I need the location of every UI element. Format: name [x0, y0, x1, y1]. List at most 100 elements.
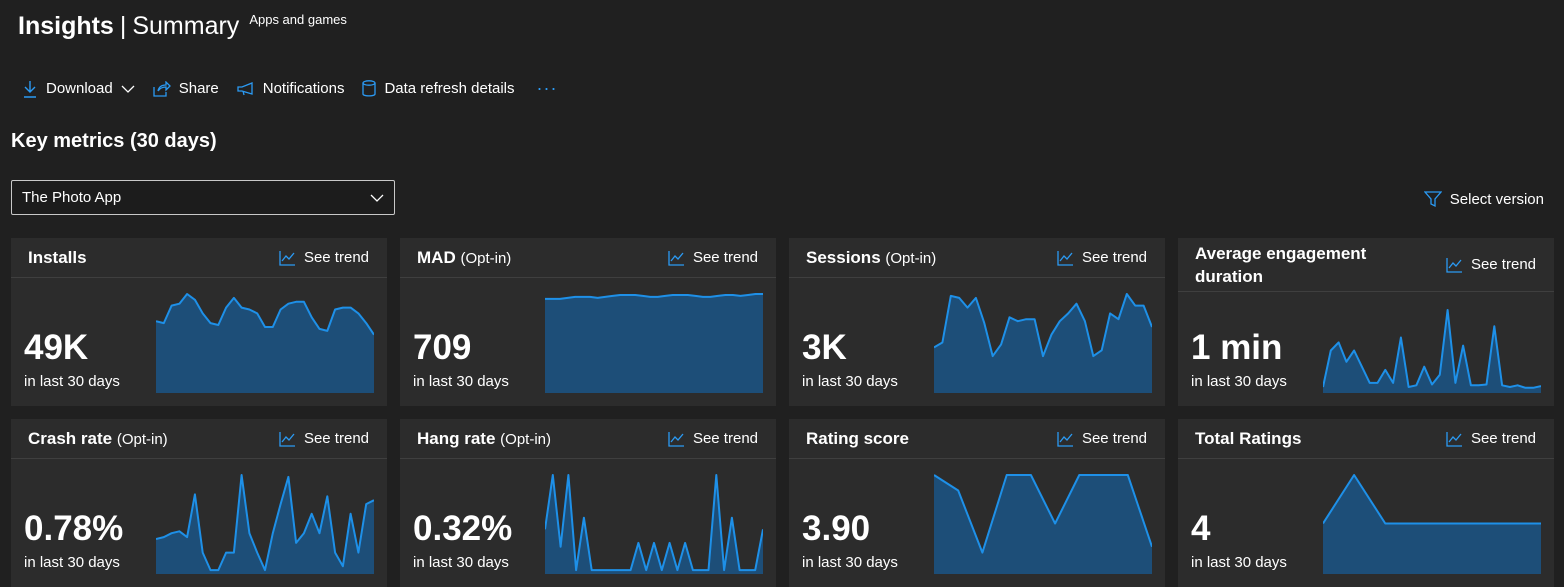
metric-caption: in last 30 days — [24, 373, 120, 390]
metric-card: Total Ratings See trend 4 in last 30 days — [1178, 419, 1554, 587]
see-trend-button[interactable]: See trend — [1446, 256, 1536, 273]
see-trend-button[interactable]: See trend — [668, 430, 758, 447]
more-options-button[interactable]: ··· — [537, 78, 558, 99]
metric-value: 3K — [802, 328, 847, 367]
sparkline-area — [545, 294, 763, 393]
metric-caption: in last 30 days — [1191, 554, 1287, 571]
data-refresh-label: Data refresh details — [384, 80, 515, 97]
metric-value: 49K — [24, 328, 89, 367]
metric-caption: in last 30 days — [413, 554, 509, 571]
see-trend-label: See trend — [303, 249, 369, 266]
metric-card-title: Rating score — [806, 427, 909, 450]
trend-chart-icon — [1446, 431, 1462, 447]
metric-sparkline — [545, 293, 763, 393]
trend-chart-icon — [279, 250, 295, 266]
page-header: Insights | Summary Apps and games — [18, 12, 347, 41]
metric-card: Installs See trend 49K in last 30 days — [11, 238, 387, 406]
metric-title-text: Total Ratings — [1195, 429, 1302, 448]
metric-value: 4 — [1191, 509, 1211, 548]
metric-card-header: Total Ratings See trend — [1178, 419, 1554, 459]
metric-sparkline — [1323, 474, 1541, 574]
app-selector-value: The Photo App — [22, 189, 122, 206]
metric-optin-label: (Opt-in) — [500, 430, 551, 448]
metric-sparkline — [1323, 309, 1541, 393]
metric-card: Average engagement duration See trend 1 mi… — [1178, 238, 1554, 406]
see-trend-button[interactable]: See trend — [1057, 249, 1147, 266]
metric-title-text: Sessions — [806, 247, 881, 267]
metric-caption: in last 30 days — [1191, 373, 1287, 390]
see-trend-label: See trend — [692, 430, 758, 447]
notifications-label: Notifications — [262, 80, 345, 97]
metric-sparkline — [156, 474, 374, 574]
metric-card: Crash rate (Opt-in) See trend 0.78% in last… — [11, 419, 387, 587]
metric-card: MAD (Opt-in) See trend 709 in last 30 days — [400, 238, 776, 406]
metric-card-header: Installs See trend — [11, 238, 387, 278]
sparkline-area — [934, 294, 1152, 393]
trend-chart-icon — [1057, 431, 1073, 447]
metric-optin-label: (Opt-in) — [460, 249, 512, 267]
metric-card: Rating score See trend 3.90 in last 30 days — [789, 419, 1165, 587]
metric-title-text: Rating score — [806, 429, 909, 448]
metric-card-title: Installs — [28, 246, 87, 269]
download-button[interactable]: Download — [22, 80, 135, 98]
metric-title-text: Crash rate — [28, 428, 113, 448]
select-version-button[interactable]: Select version — [1423, 190, 1544, 208]
notifications-button[interactable]: Notifications — [237, 80, 345, 97]
select-version-label: Select version — [1449, 190, 1544, 208]
metric-title-text: Hang rate — [417, 428, 496, 448]
share-button[interactable]: Share — [153, 80, 219, 97]
trend-chart-icon — [1446, 257, 1462, 273]
metric-card-title: Average engagement duration — [1195, 242, 1395, 288]
metric-optin-label: (Opt-in) — [885, 249, 937, 267]
page-context: Apps and games — [249, 12, 347, 27]
toolbar: Download Share Notifications Data refres… — [22, 78, 558, 99]
metric-sparkline — [934, 293, 1152, 393]
metric-card-title: Sessions (Opt-in) — [806, 246, 936, 270]
metric-caption: in last 30 days — [413, 373, 509, 390]
app-selector-dropdown[interactable]: The Photo App — [11, 180, 395, 215]
metric-card-title: Hang rate (Opt-in) — [417, 427, 551, 451]
see-trend-label: See trend — [692, 249, 758, 266]
download-label: Download — [46, 80, 113, 97]
metric-card-title: Total Ratings — [1195, 427, 1301, 450]
share-label: Share — [178, 80, 219, 97]
see-trend-button[interactable]: See trend — [279, 249, 369, 266]
metric-card-header: Rating score See trend — [789, 419, 1165, 459]
trend-chart-icon — [279, 431, 295, 447]
metric-caption: in last 30 days — [24, 554, 120, 571]
download-icon — [24, 80, 36, 98]
see-trend-button[interactable]: See trend — [279, 430, 369, 447]
data-refresh-details-button[interactable]: Data refresh details — [362, 80, 515, 97]
metric-card: Sessions (Opt-in) See trend 3K in last 30 d… — [789, 238, 1165, 406]
chevron-down-icon — [121, 85, 135, 93]
see-trend-button[interactable]: See trend — [1446, 430, 1536, 447]
megaphone-icon — [237, 81, 253, 95]
share-icon — [153, 80, 171, 97]
metric-value: 0.32% — [413, 509, 513, 548]
database-icon — [362, 80, 377, 97]
trend-chart-icon — [668, 431, 684, 447]
chevron-down-icon — [370, 194, 384, 202]
metric-value: 0.78% — [24, 509, 124, 548]
title-separator: | — [119, 12, 127, 40]
metric-card: Hang rate (Opt-in) See trend 0.32% in last … — [400, 419, 776, 587]
page-title: Insights — [18, 12, 114, 40]
see-trend-label: See trend — [1081, 430, 1147, 447]
see-trend-button[interactable]: See trend — [668, 249, 758, 266]
metric-card-header: MAD (Opt-in) See trend — [400, 238, 776, 278]
see-trend-label: See trend — [1470, 430, 1536, 447]
metric-card-header: Crash rate (Opt-in) See trend — [11, 419, 387, 459]
metric-sparkline — [156, 293, 374, 393]
page-subtitle: Summary — [132, 12, 240, 40]
see-trend-label: See trend — [1470, 256, 1536, 273]
filter-icon — [1423, 191, 1442, 208]
metric-card-header: Average engagement duration See trend — [1178, 238, 1554, 292]
metric-sparkline — [934, 474, 1152, 574]
metric-card-header: Hang rate (Opt-in) See trend — [400, 419, 776, 459]
sparkline-area — [934, 475, 1152, 574]
metric-title-text: MAD — [417, 247, 456, 267]
see-trend-button[interactable]: See trend — [1057, 430, 1147, 447]
metric-value: 709 — [413, 328, 472, 367]
section-title: Key metrics (30 days) — [11, 130, 217, 152]
metric-title-text: Average engagement duration — [1195, 243, 1367, 286]
